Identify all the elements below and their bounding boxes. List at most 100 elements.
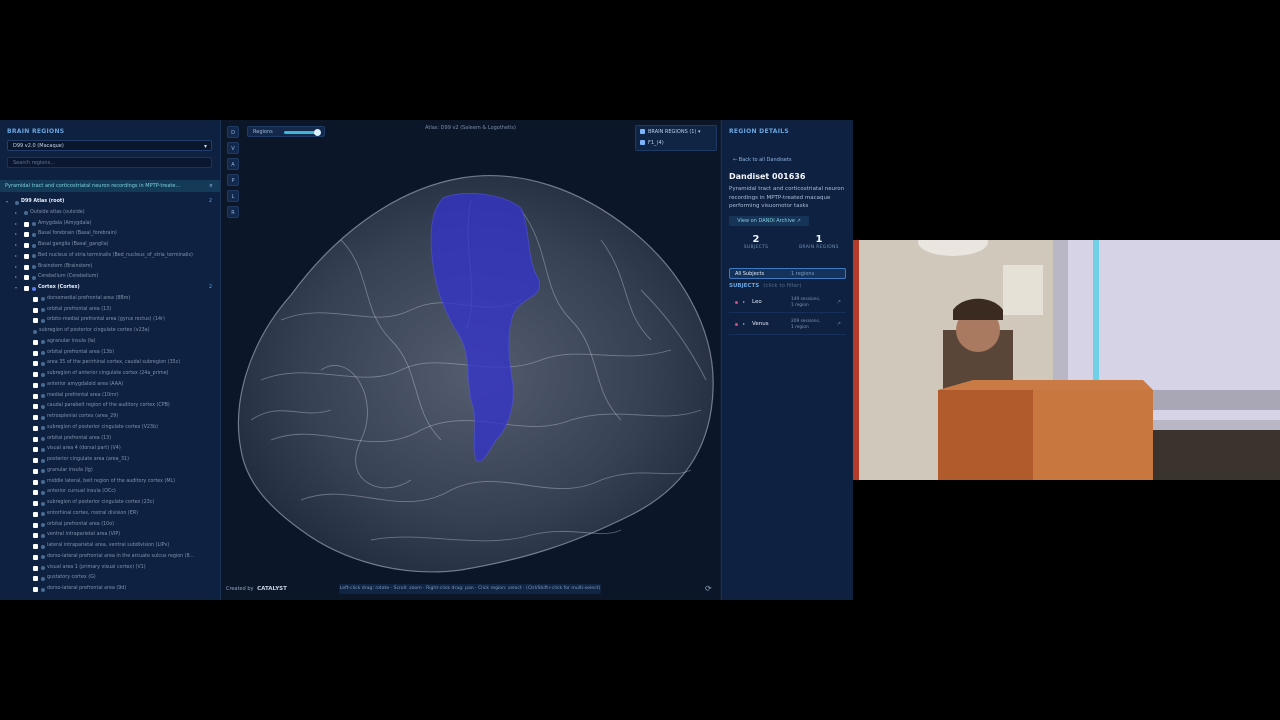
chevron-right-icon[interactable]: ▸ [15,262,17,273]
tree-row[interactable]: ▸ Bed nucleus of stria terminalis (Bed_nu… [0,251,220,262]
region-checkbox[interactable] [33,393,38,399]
tree-row[interactable]: anterior cursual insula (OCc) [0,487,220,498]
tree-row[interactable]: subregion of posterior cingulate cortex … [0,326,220,337]
chevron-right-icon[interactable]: ▸ [15,251,17,262]
tree-row[interactable]: ▸ Cerebellum (Cerebellum) [0,272,220,283]
tree-row[interactable]: subregion of anterior cingulate cortex (… [0,369,220,380]
region-checkbox[interactable] [24,264,29,270]
region-checkbox[interactable] [33,350,38,356]
region-checkbox[interactable] [24,275,29,281]
tree-row[interactable]: ▸ Brainstem (Brainstem) [0,262,220,273]
region-checkbox[interactable] [33,296,38,302]
external-link-icon[interactable]: ↗ [837,299,841,305]
dandiset-filter-bar[interactable]: Pyramidal tract and corticostriatal neur… [0,180,220,192]
tree-row[interactable]: dorso-lateral prefrontal area in the arc… [0,552,220,563]
tree-row[interactable]: lateral intraparietal area, ventral subd… [0,541,220,552]
brain-regions-legend[interactable]: BRAIN REGIONS (1) ▾ F1_(4) [635,125,717,151]
region-checkbox[interactable] [33,479,38,485]
tree-row[interactable]: dorsomedial prefrontal area (8Bm) [0,294,220,305]
region-checkbox[interactable] [33,361,38,367]
chevron-right-icon[interactable]: ▸ [15,219,17,230]
region-checkbox[interactable] [33,318,38,324]
region-checkbox[interactable] [33,522,38,528]
tree-row[interactable]: gustatory cortex (G) [0,573,220,584]
atlas-select[interactable]: D99 v2.0 (Macaque) ▾ [7,140,212,151]
tree-row[interactable]: granular insula (Ig) [0,466,220,477]
expand-icon[interactable]: ▸ [743,321,745,326]
chevron-down-icon[interactable]: ▾ [6,197,8,208]
tree-row[interactable]: ▸ Basal ganglia (Basal_ganglia) [0,240,220,251]
tree-row[interactable]: orbital prefrontal area (10o) [0,520,220,531]
region-checkbox[interactable] [33,436,38,442]
region-checkbox[interactable] [33,339,38,345]
region-checkbox[interactable] [33,533,38,539]
back-link[interactable]: ← Back to all Dandisets [733,157,791,163]
view-button-v[interactable]: V [227,142,239,154]
chevron-right-icon[interactable]: ▸ [15,229,17,240]
region-checkbox[interactable] [33,382,38,388]
region-checkbox[interactable] [33,404,38,410]
region-checkbox[interactable] [24,232,29,238]
tree-row[interactable]: visual area 1 (primary visual cortex) (V… [0,563,220,574]
brain-3d-viewer[interactable]: DVAPLR Regions Atlas: D99 v2 (Saleem & L… [221,120,720,600]
tree-row[interactable]: ▸ Basal forebrain (Basal_forebrain) [0,229,220,240]
region-checkbox[interactable] [33,544,38,549]
tree-row[interactable]: orbital prefrontal area (13) [0,305,220,316]
reset-view-icon[interactable]: ⟳ [705,584,712,593]
checkbox-icon[interactable] [640,129,645,134]
region-checkbox[interactable] [33,554,38,560]
region-checkbox[interactable] [33,307,38,313]
region-checkbox[interactable] [33,565,38,571]
region-checkbox[interactable] [24,286,29,291]
tree-row[interactable]: caudal parabelt region of the auditory c… [0,401,220,412]
region-checkbox[interactable] [33,511,38,517]
view-button-r[interactable]: R [227,206,239,218]
tree-row[interactable]: area 35 of the perirhinal cortex, caudal… [0,358,220,369]
view-button-p[interactable]: P [227,174,239,186]
external-link-icon[interactable]: ↗ [837,321,841,327]
subject-row[interactable]: ▸ Leo 149 sessions, 1 region ↗ [729,294,846,313]
chevron-right-icon[interactable]: ▸ [15,208,17,219]
tree-row[interactable]: ▾ Cortex (Cortex) 2 [0,283,220,294]
region-checkbox[interactable] [33,587,38,592]
tree-row[interactable]: ventral intraparietal area (VIP) [0,530,220,541]
region-checkbox[interactable] [33,458,38,463]
expand-icon[interactable]: ▸ [743,299,745,304]
region-checkbox[interactable] [33,447,38,453]
region-checkbox[interactable] [24,221,29,227]
view-on-dandi-button[interactable]: View on DANDI Archive ↗ [729,216,809,226]
chevron-right-icon[interactable]: ▸ [15,272,17,283]
region-checkbox[interactable] [33,501,38,506]
tree-row[interactable]: ▸ Amygdala (Amygdala) [0,219,220,230]
view-button-a[interactable]: A [227,158,239,170]
chevron-right-icon[interactable]: ▸ [15,240,17,251]
legend-header[interactable]: BRAIN REGIONS (1) ▾ [640,129,701,135]
view-button-l[interactable]: L [227,190,239,202]
search-input[interactable]: Search regions... [7,157,212,168]
tree-row[interactable]: ▸ Outside atlas (outside) [0,208,220,219]
region-checkbox[interactable] [33,415,38,420]
checkbox-icon[interactable] [640,140,645,145]
region-checkbox[interactable] [33,468,38,474]
region-checkbox[interactable] [24,243,29,248]
tree-row[interactable]: subregion of posterior cingulate cortex … [0,423,220,434]
all-subjects-button[interactable]: All Subjects 1 regions [729,268,846,279]
subject-row[interactable]: ▸ Venus 209 sessions, 1 region ↗ [729,316,846,335]
tree-row[interactable]: agranular insula (Ia) [0,337,220,348]
tree-row[interactable]: visual area 4 (dorsal part) (V4) [0,444,220,455]
tree-row[interactable]: orbital prefrontal area (13) [0,434,220,445]
tree-row[interactable]: middle lateral, belt region of the audit… [0,477,220,488]
tree-row[interactable]: retrosplenial cortex (area_29) [0,412,220,423]
region-checkbox[interactable] [33,372,38,377]
tree-row[interactable]: entorhinal cortex, rostral division (ER) [0,509,220,520]
legend-item[interactable]: F1_(4) [640,140,664,146]
tree-row[interactable]: subregion of posterior cingulate cortex … [0,498,220,509]
region-checkbox[interactable] [33,490,38,496]
region-checkbox[interactable] [33,425,38,431]
tree-row[interactable]: dorso-lateral prefrontal area (9d) [0,584,220,595]
tree-row[interactable]: medial prefrontal area (10mr) [0,391,220,402]
chevron-down-icon[interactable]: ▾ [15,283,17,294]
tree-row[interactable]: posterior cingulate area (area_31) [0,455,220,466]
tree-row[interactable]: orbital prefrontal area (13b) [0,348,220,359]
region-checkbox[interactable] [33,576,38,582]
